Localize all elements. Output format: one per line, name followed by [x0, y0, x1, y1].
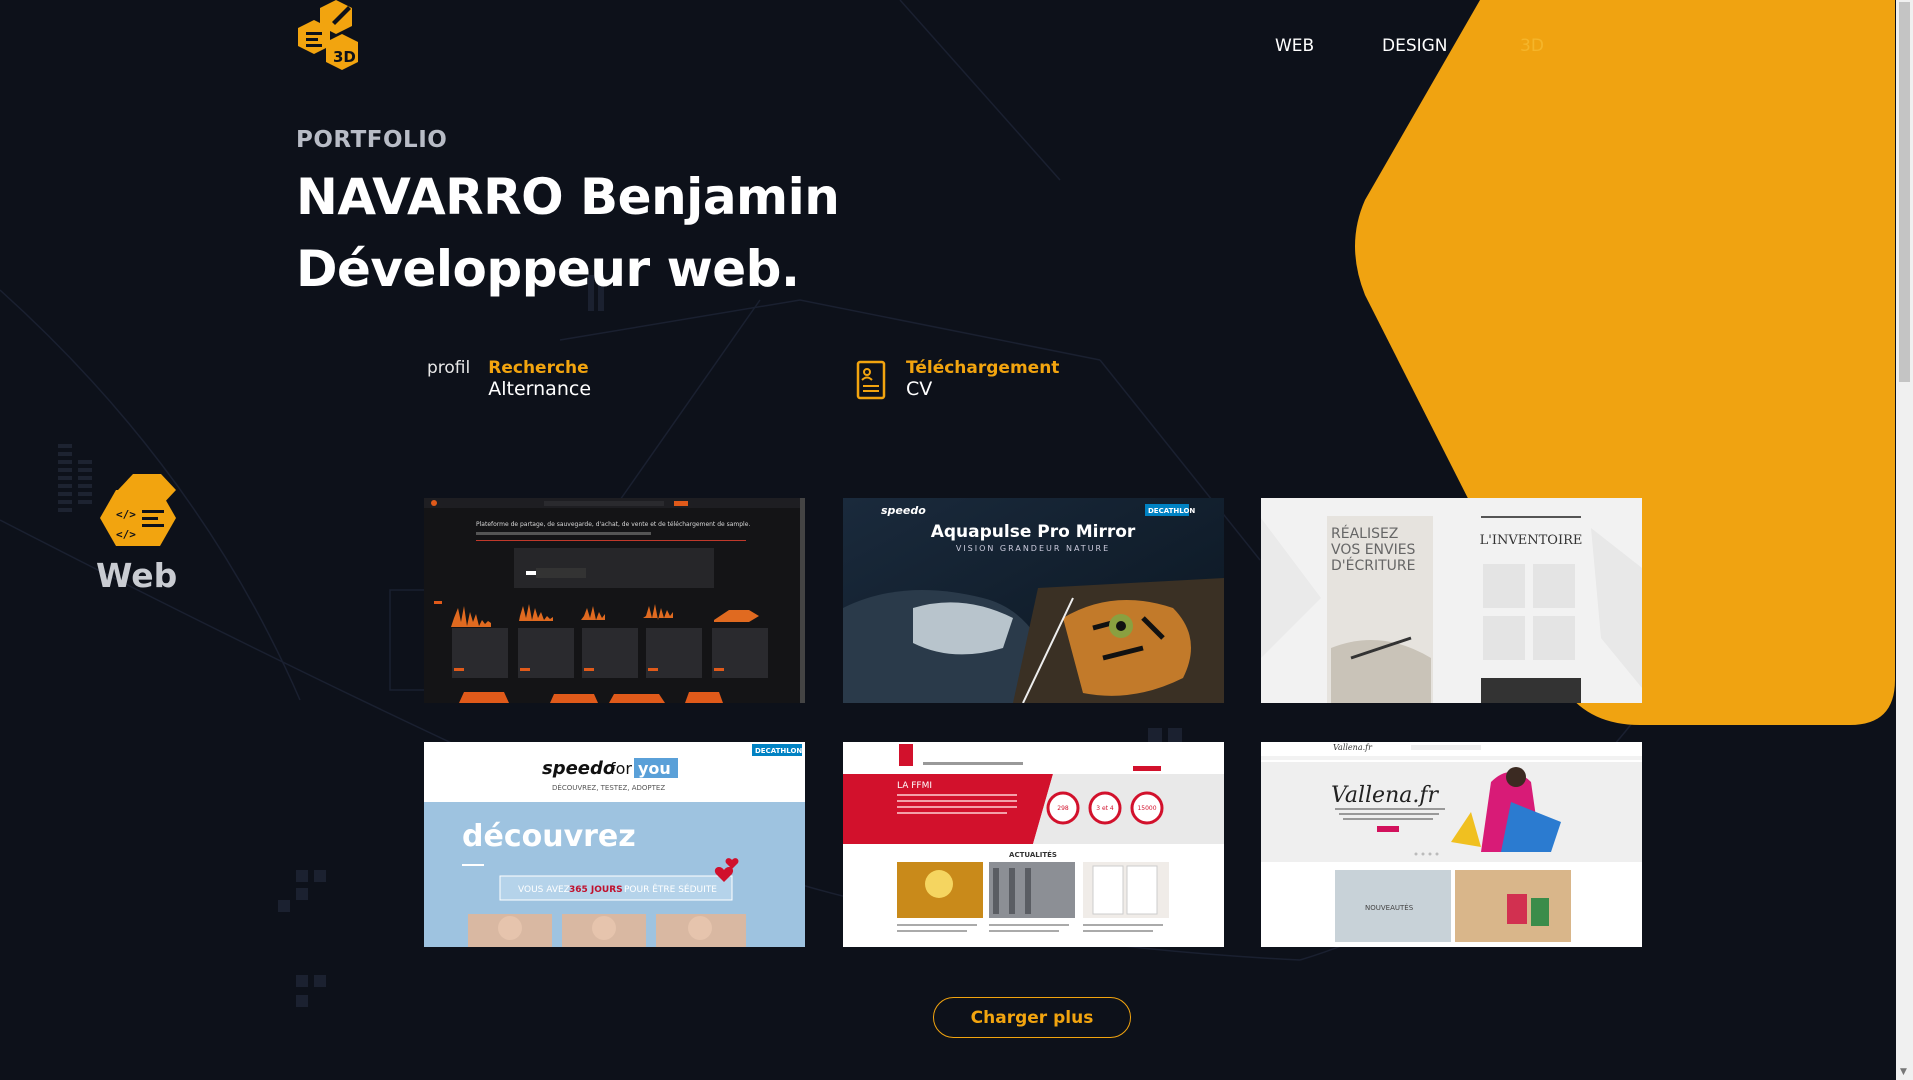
project-title: Aquapulse Pro Mirror: [931, 522, 1136, 542]
project-banner-mid: 365 JOURS: [569, 885, 623, 895]
page-scrollbar[interactable]: ▼: [1896, 0, 1913, 1080]
nav-3d[interactable]: 3D: [1520, 36, 1544, 56]
project-brand: speedo: [542, 758, 615, 779]
cta-cv-title: Téléchargement: [906, 358, 1060, 378]
svg-text:you: you: [638, 759, 671, 778]
project-brand: speedo: [881, 504, 926, 517]
project-logo: Vallena.fr: [1333, 743, 1373, 752]
hero-role: Développeur web.: [296, 240, 800, 298]
cta-search-alternance[interactable]: profil Recherche Alternance: [427, 358, 591, 400]
nav-design[interactable]: DESIGN: [1382, 36, 1448, 56]
svg-text:</>: </>: [116, 528, 136, 541]
project-thumbnail: speedo for you DÉCOUVREZ, TESTEZ, ADOPTE…: [424, 742, 805, 947]
scroll-down-icon[interactable]: ▼: [1900, 1067, 1907, 1077]
project-tile-label: NOUVEAUTÉS: [1365, 903, 1414, 912]
document-icon: [856, 360, 886, 400]
project-thumbnail: LA FFMI 298 3 et 4 15000 ACTUALITÉS: [843, 742, 1224, 947]
project-thumbnail: speedo DECATHLON Aquapulse Pro Mirror VI…: [843, 498, 1224, 703]
project-headline: découvrez: [462, 819, 636, 854]
project-card-aquapulse[interactable]: speedo DECATHLON Aquapulse Pro Mirror VI…: [843, 498, 1224, 703]
project-caption: Plateforme de partage, de sauvegarde, d'…: [476, 521, 750, 528]
project-thumbnail: Plateforme de partage, de sauvegarde, d'…: [424, 498, 805, 703]
project-stat-3: 15000: [1137, 805, 1156, 812]
project-card-inventoire[interactable]: RÉALISEZ VOS ENVIES D'ÉCRITURE L'INVENTO…: [1261, 498, 1642, 703]
project-stat-2: 3 et 4: [1096, 805, 1114, 812]
load-more-button[interactable]: Charger plus: [933, 997, 1131, 1038]
section-label-web: Web: [96, 556, 178, 595]
project-tagline: DÉCOUVREZ, TESTEZ, ADOPTEZ: [552, 783, 665, 792]
project-subtitle: VISION GRANDEUR NATURE: [956, 544, 1110, 553]
project-partner: DECATHLON: [1148, 507, 1195, 515]
project-card-speedo-for-you[interactable]: speedo for you DÉCOUVREZ, TESTEZ, ADOPTE…: [424, 742, 805, 947]
project-news-title: ACTUALITÉS: [1009, 850, 1057, 859]
project-thumbnail: Vallena.fr Vallena.fr NOUVEAUTÉS: [1261, 742, 1642, 947]
scrollbar-thumb[interactable]: [1899, 2, 1910, 382]
svg-text:</>: </>: [116, 508, 136, 521]
project-banner-pre: VOUS AVEZ: [518, 885, 570, 895]
logo-3d-text: 3D: [333, 48, 356, 66]
nav-web[interactable]: WEB: [1275, 36, 1314, 56]
project-banner-post: POUR ÊTRE SÉDUITE: [624, 883, 717, 895]
project-title-line3: D'ÉCRITURE: [1331, 557, 1415, 574]
project-card-vallena[interactable]: Vallena.fr Vallena.fr NOUVEAUTÉS: [1261, 742, 1642, 947]
cta-search-title: Recherche: [488, 358, 589, 378]
cta-download-cv[interactable]: Téléchargement CV: [856, 358, 1059, 400]
site-logo[interactable]: 3D: [296, 0, 376, 78]
project-right-title: L'INVENTOIRE: [1480, 533, 1583, 548]
project-label: LA FFMI: [897, 781, 932, 791]
project-partner: DECATHLON: [755, 747, 802, 755]
portfolio-eyebrow: PORTFOLIO: [296, 127, 448, 153]
project-card-sample-platform[interactable]: Plateforme de partage, de sauvegarde, d'…: [424, 498, 805, 703]
project-title-line2: VOS ENVIES: [1331, 542, 1416, 558]
project-thumbnail: RÉALISEZ VOS ENVIES D'ÉCRITURE L'INVENTO…: [1261, 498, 1642, 703]
cta-search-subtitle: Alternance: [488, 378, 592, 400]
hero-name: NAVARRO Benjamin: [296, 168, 840, 226]
project-card-ffmi[interactable]: LA FFMI 298 3 et 4 15000 ACTUALITÉS: [843, 742, 1224, 947]
cta-search-prefix: profil: [427, 358, 471, 378]
project-title-line1: RÉALISEZ: [1331, 525, 1398, 542]
project-stat-1: 298: [1057, 805, 1069, 812]
project-hero-text: Vallena.fr: [1331, 783, 1439, 808]
svg-text:for: for: [610, 759, 632, 778]
cta-cv-subtitle: CV: [906, 378, 933, 400]
